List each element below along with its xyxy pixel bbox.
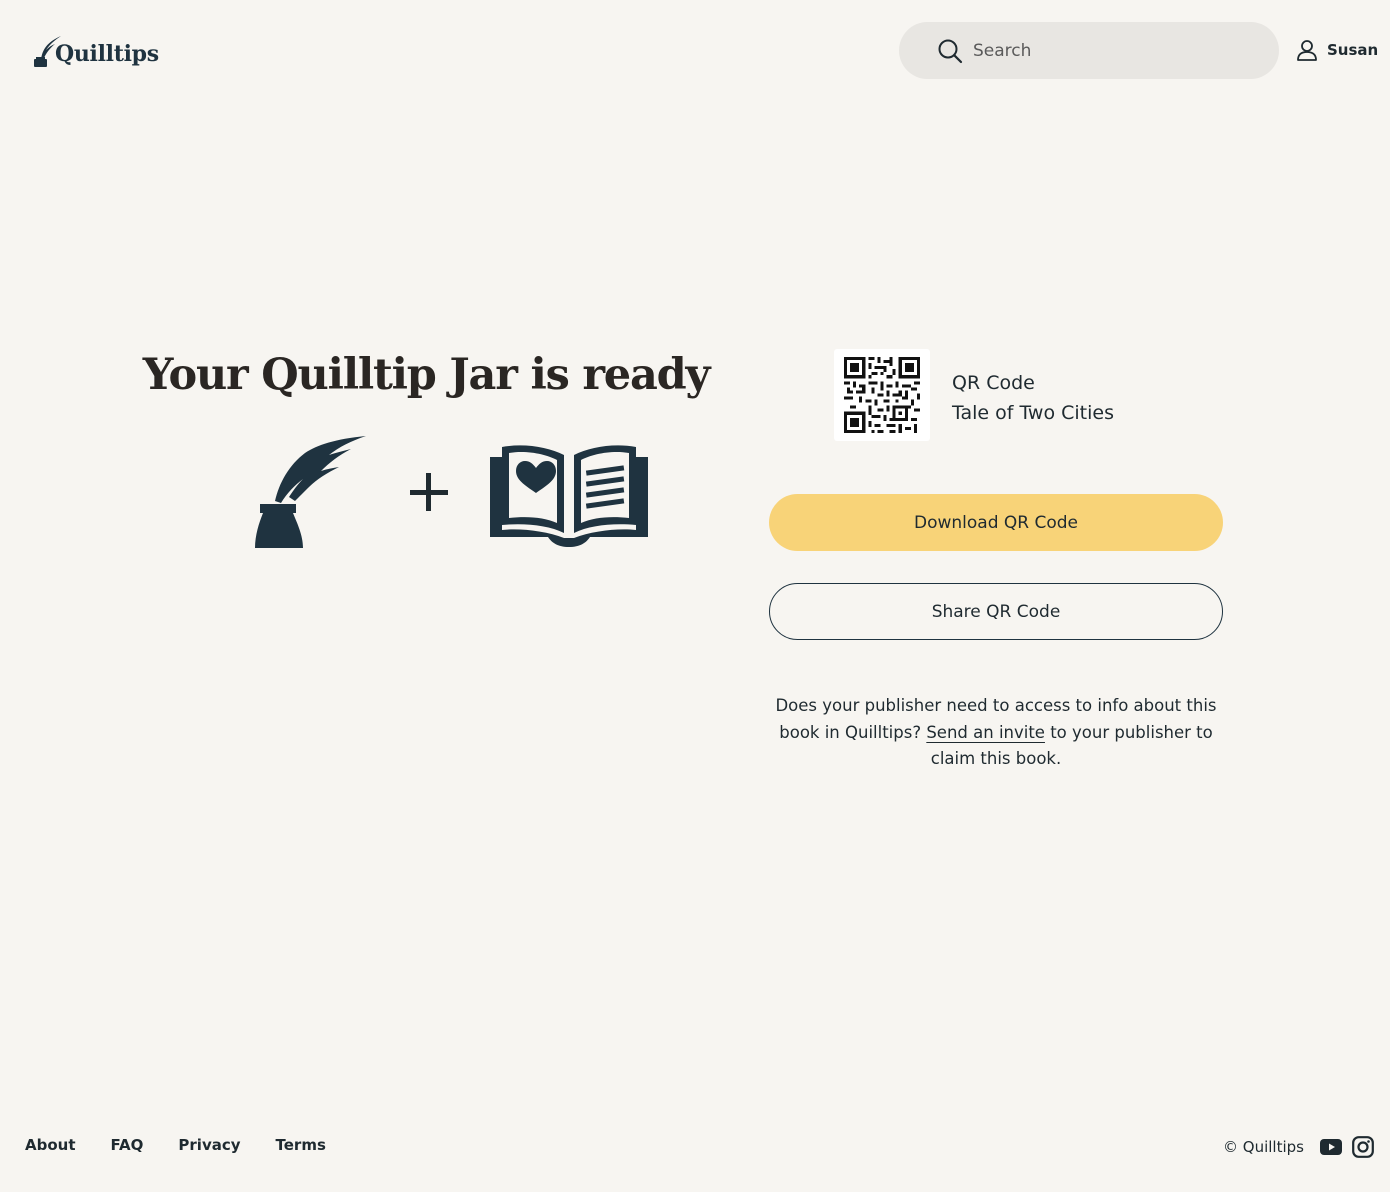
logo-text: Quilltips xyxy=(55,41,159,67)
quill-inkwell-icon xyxy=(255,436,366,548)
search-bar[interactable] xyxy=(899,22,1279,79)
instagram-icon[interactable] xyxy=(1352,1136,1374,1158)
user-name: Susan xyxy=(1327,41,1379,59)
share-qr-button[interactable]: Share QR Code xyxy=(769,583,1223,640)
footer-link-terms[interactable]: Terms xyxy=(276,1136,326,1154)
download-qr-button[interactable]: Download QR Code xyxy=(769,494,1223,551)
quilltips-logo[interactable]: Quilltips xyxy=(33,32,159,68)
search-icon xyxy=(938,39,963,63)
qr-code-image xyxy=(834,349,930,441)
copyright: © Quilltips xyxy=(1223,1138,1304,1156)
page-title: Your Quilltip Jar is ready xyxy=(142,350,711,400)
search-input[interactable] xyxy=(971,39,1255,62)
qr-code-label: QR Code xyxy=(952,372,1035,394)
footer-link-privacy[interactable]: Privacy xyxy=(178,1136,240,1154)
plus-icon xyxy=(410,473,448,511)
book-title: Tale of Two Cities xyxy=(952,402,1114,424)
youtube-icon[interactable] xyxy=(1320,1136,1342,1158)
publisher-invite-note: Does your publisher need to access to in… xyxy=(769,693,1223,773)
footer-link-about[interactable]: About xyxy=(25,1136,76,1154)
user-menu[interactable]: Susan xyxy=(1295,38,1378,62)
user-icon xyxy=(1297,40,1317,61)
footer-nav: About FAQ Privacy Terms xyxy=(25,1136,361,1154)
footer-right: © Quilltips xyxy=(1223,1136,1374,1158)
footer-link-faq[interactable]: FAQ xyxy=(111,1136,144,1154)
open-book-heart-icon xyxy=(490,445,648,547)
send-invite-link[interactable]: Send an invite xyxy=(926,723,1045,742)
